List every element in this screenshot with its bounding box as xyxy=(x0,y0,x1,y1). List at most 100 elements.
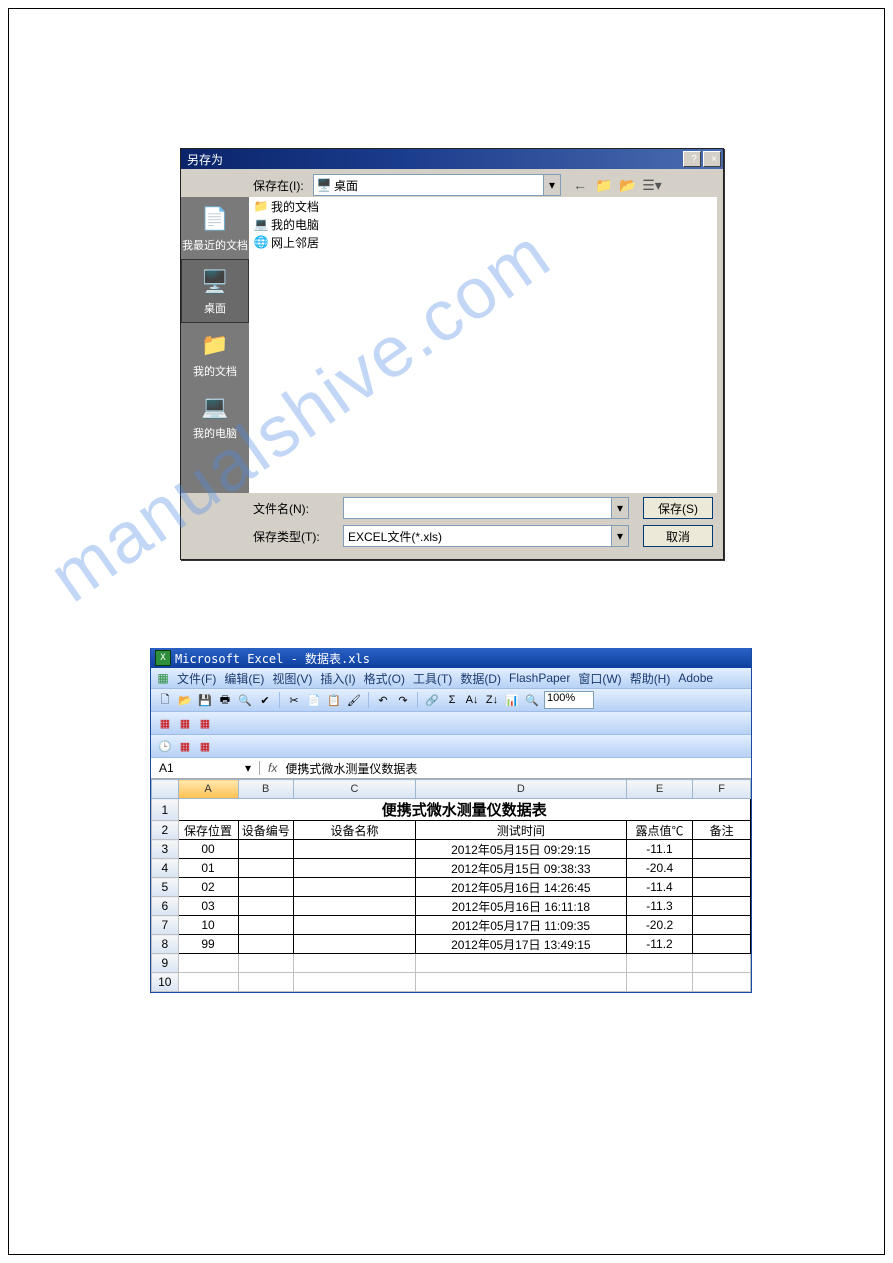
column-title-cell[interactable]: 设备编号 xyxy=(238,821,293,840)
row-header[interactable]: 10 xyxy=(152,973,179,992)
col-header-A[interactable]: A xyxy=(178,780,238,799)
cell-pos[interactable]: 10 xyxy=(178,916,238,935)
cell-dew[interactable]: -11.3 xyxy=(626,897,693,916)
cell-name[interactable] xyxy=(293,935,415,954)
menu-file[interactable]: 文件(F) xyxy=(177,670,216,687)
views-icon[interactable]: ☰▾ xyxy=(643,176,661,194)
file-item-mycomp[interactable]: 💻我的电脑 xyxy=(249,215,717,233)
cancel-button[interactable]: 取消 xyxy=(643,525,713,547)
calendar-icon[interactable]: ▦ xyxy=(176,737,194,755)
place-mycomp[interactable]: 💻我的电脑 xyxy=(181,385,249,447)
cell-time[interactable]: 2012年05月17日 13:49:15 xyxy=(415,935,626,954)
file-item-mydocs[interactable]: 📁我的文档 xyxy=(249,197,717,215)
spell-icon[interactable]: ✔ xyxy=(256,691,274,709)
formatpaint-icon[interactable]: 🖌 xyxy=(345,691,363,709)
paste-icon[interactable]: 📋 xyxy=(325,691,343,709)
cell-time[interactable]: 2012年05月17日 11:09:35 xyxy=(415,916,626,935)
row-header[interactable]: 6 xyxy=(152,897,179,916)
copy-icon[interactable]: 📄 xyxy=(305,691,323,709)
empty-cell[interactable] xyxy=(415,954,626,973)
pdf-icon[interactable]: ▦ xyxy=(156,714,174,732)
cell-note[interactable] xyxy=(693,840,751,859)
print-icon[interactable]: 🖶 xyxy=(216,691,234,709)
table-title-cell[interactable]: 便携式微水测量仪数据表 xyxy=(178,799,750,821)
up-folder-icon[interactable]: 📁 xyxy=(595,176,613,194)
cell-note[interactable] xyxy=(693,878,751,897)
menu-window[interactable]: 窗口(W) xyxy=(578,670,621,687)
empty-cell[interactable] xyxy=(293,973,415,992)
cell-id[interactable] xyxy=(238,859,293,878)
place-mydocs[interactable]: 📁我的文档 xyxy=(181,323,249,385)
pdf3-icon[interactable]: ▦ xyxy=(196,714,214,732)
back-icon[interactable]: ← xyxy=(571,176,589,194)
row-header[interactable]: 5 xyxy=(152,878,179,897)
sum-icon[interactable]: Σ xyxy=(443,691,461,709)
excel-titlebar[interactable]: X Microsoft Excel - 数据表.xls xyxy=(151,648,751,668)
filetype-input[interactable]: EXCEL文件(*.xls)▾ xyxy=(343,525,629,547)
zoom-icon[interactable]: 🔍 xyxy=(523,691,541,709)
pdf2-icon[interactable]: ▦ xyxy=(176,714,194,732)
new-icon[interactable]: 🗋 xyxy=(156,691,174,709)
dropdown-icon[interactable]: ▾ xyxy=(611,526,628,546)
column-title-cell[interactable]: 设备名称 xyxy=(293,821,415,840)
open-icon[interactable]: 📂 xyxy=(176,691,194,709)
cell-dew[interactable]: -20.4 xyxy=(626,859,693,878)
sort-asc-icon[interactable]: A↓ xyxy=(463,691,481,709)
fx-icon[interactable]: fx xyxy=(260,761,285,775)
cell-dew[interactable]: -11.1 xyxy=(626,840,693,859)
cell-id[interactable] xyxy=(238,916,293,935)
cell-note[interactable] xyxy=(693,859,751,878)
cell-id[interactable] xyxy=(238,935,293,954)
col-header-C[interactable]: C xyxy=(293,780,415,799)
save-button[interactable]: 保存(S) xyxy=(643,497,713,519)
undo-icon[interactable]: ↶ xyxy=(374,691,392,709)
empty-cell[interactable] xyxy=(178,973,238,992)
menu-help[interactable]: 帮助(H) xyxy=(630,670,671,687)
column-title-cell[interactable]: 露点值℃ xyxy=(626,821,693,840)
file-list-pane[interactable]: 📁我的文档 💻我的电脑 🌐网上邻居 xyxy=(249,197,717,493)
name-box[interactable]: A1▾ xyxy=(151,761,260,775)
save-in-combo[interactable]: 🖥️ 桌面 ▾ xyxy=(313,174,561,196)
row-header[interactable]: 3 xyxy=(152,840,179,859)
formula-text[interactable]: 便携式微水测量仪数据表 xyxy=(285,760,417,777)
empty-cell[interactable] xyxy=(415,973,626,992)
cell-time[interactable]: 2012年05月15日 09:38:33 xyxy=(415,859,626,878)
cut-icon[interactable]: ✂ xyxy=(285,691,303,709)
menu-tools[interactable]: 工具(T) xyxy=(413,670,452,687)
cell-name[interactable] xyxy=(293,859,415,878)
empty-cell[interactable] xyxy=(626,973,693,992)
file-item-network[interactable]: 🌐网上邻居 xyxy=(249,233,717,251)
cell-time[interactable]: 2012年05月16日 14:26:45 xyxy=(415,878,626,897)
menu-view[interactable]: 视图(V) xyxy=(272,670,312,687)
select-all[interactable] xyxy=(152,780,179,799)
col-header-D[interactable]: D xyxy=(415,780,626,799)
cell-time[interactable]: 2012年05月16日 16:11:18 xyxy=(415,897,626,916)
place-recent[interactable]: 📄我最近的文档 xyxy=(181,197,249,259)
cell-time[interactable]: 2012年05月15日 09:29:15 xyxy=(415,840,626,859)
menu-data[interactable]: 数据(D) xyxy=(460,670,501,687)
column-title-cell[interactable]: 备注 xyxy=(693,821,751,840)
cell-id[interactable] xyxy=(238,840,293,859)
sheet-grid[interactable]: ABCDEF1便携式微水测量仪数据表2保存位置设备编号设备名称测试时间露点值℃备… xyxy=(151,779,751,992)
col-header-F[interactable]: F xyxy=(693,780,751,799)
place-desktop[interactable]: 🖥️桌面 xyxy=(181,259,249,323)
row-header[interactable]: 8 xyxy=(152,935,179,954)
cell-dew[interactable]: -11.2 xyxy=(626,935,693,954)
menu-flashpaper[interactable]: FlashPaper xyxy=(509,671,570,685)
cell-name[interactable] xyxy=(293,840,415,859)
col-header-E[interactable]: E xyxy=(626,780,693,799)
cell-pos[interactable]: 03 xyxy=(178,897,238,916)
cell-id[interactable] xyxy=(238,878,293,897)
column-title-cell[interactable]: 保存位置 xyxy=(178,821,238,840)
menu-format[interactable]: 格式(O) xyxy=(364,670,405,687)
empty-cell[interactable] xyxy=(238,973,293,992)
sort-desc-icon[interactable]: Z↓ xyxy=(483,691,501,709)
column-title-cell[interactable]: 测试时间 xyxy=(415,821,626,840)
menu-edit[interactable]: 编辑(E) xyxy=(224,670,264,687)
chart-icon[interactable]: 📊 xyxy=(503,691,521,709)
save-icon[interactable]: 💾 xyxy=(196,691,214,709)
calc-icon[interactable]: ▦ xyxy=(196,737,214,755)
empty-cell[interactable] xyxy=(238,954,293,973)
cell-dew[interactable]: -20.2 xyxy=(626,916,693,935)
cell-note[interactable] xyxy=(693,897,751,916)
